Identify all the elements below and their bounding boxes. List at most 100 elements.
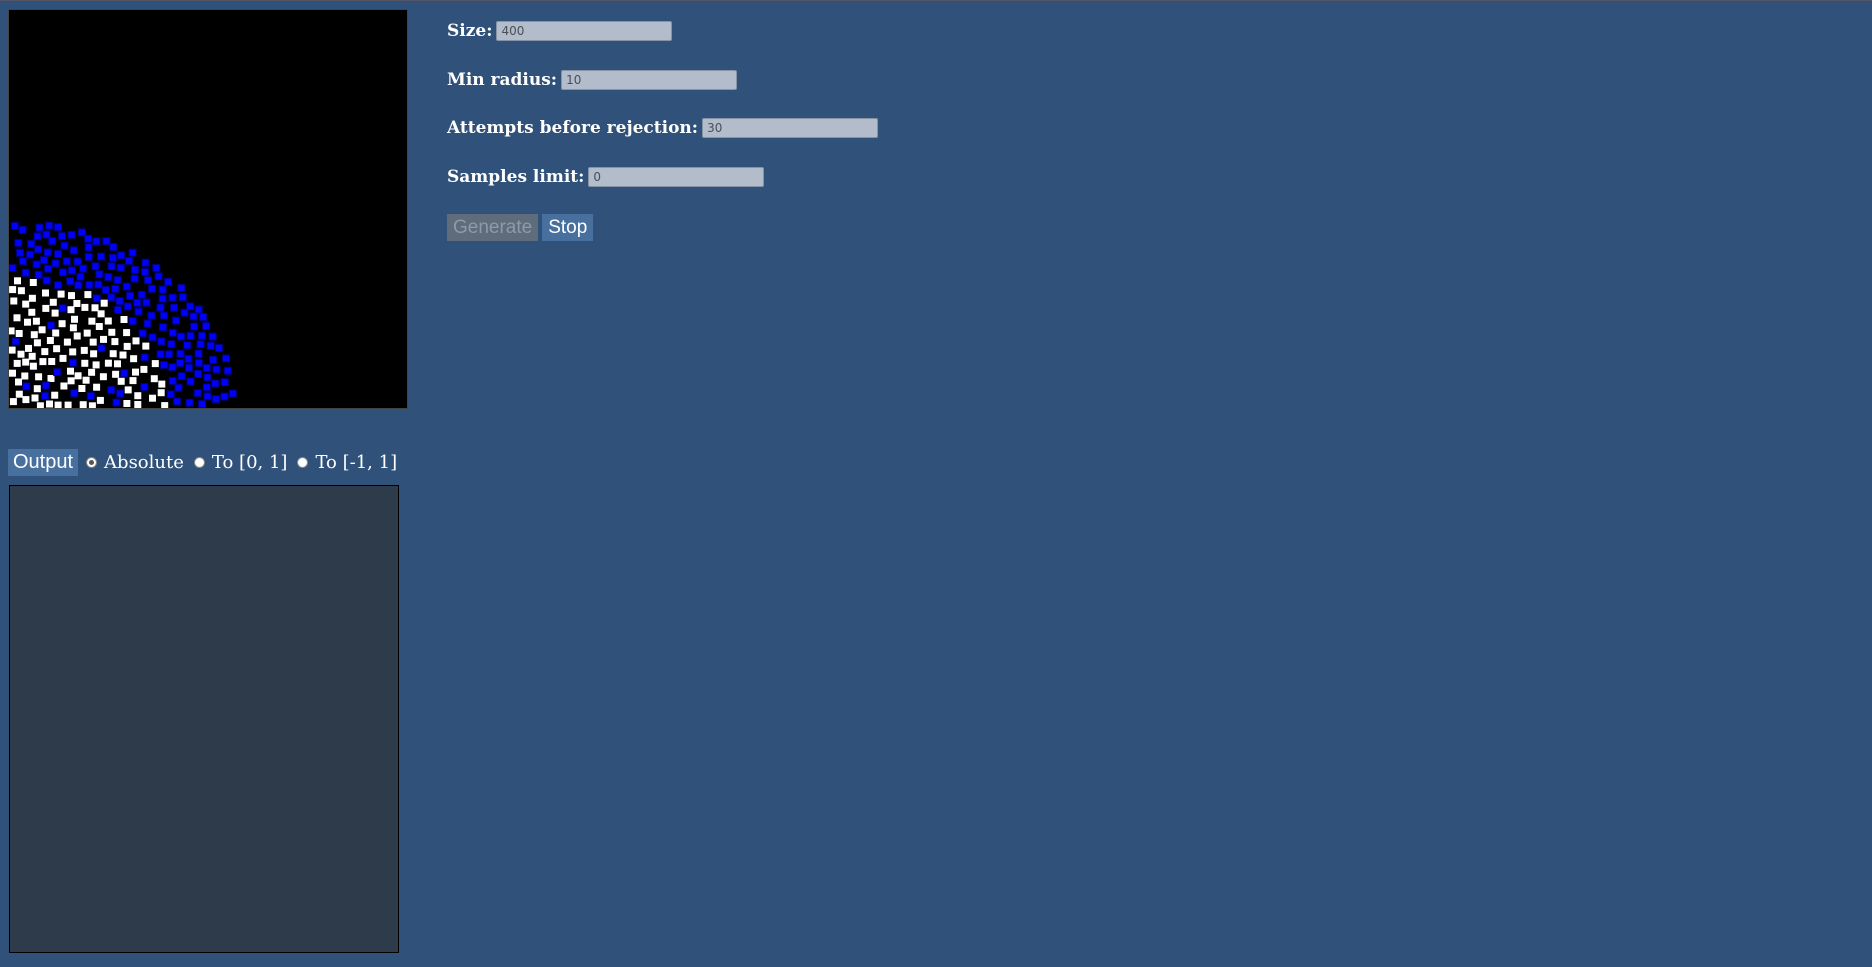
sample-point xyxy=(15,390,23,398)
active-sample-point xyxy=(174,383,183,392)
active-sample-point xyxy=(170,303,178,312)
sample-point xyxy=(39,358,47,366)
active-sample-point xyxy=(97,252,106,261)
active-sample-point xyxy=(125,256,133,265)
sample-point xyxy=(83,329,91,337)
output-button[interactable]: Output xyxy=(8,449,79,476)
active-sample-point xyxy=(58,268,67,277)
sample-point xyxy=(69,324,77,332)
active-sample-point xyxy=(11,337,20,346)
sample-point xyxy=(97,310,105,318)
sample-point xyxy=(17,350,25,358)
size-input[interactable] xyxy=(496,21,673,41)
radio-signed[interactable] xyxy=(297,457,309,468)
active-sample-point xyxy=(166,390,175,399)
min-radius-input[interactable] xyxy=(561,69,738,90)
active-sample-point xyxy=(212,365,221,374)
active-sample-point xyxy=(35,223,44,232)
stop-button[interactable]: Stop xyxy=(542,214,594,241)
active-sample-point xyxy=(147,311,156,320)
active-sample-point xyxy=(159,360,168,369)
active-sample-point xyxy=(186,377,195,386)
active-sample-point xyxy=(113,276,122,285)
active-sample-point xyxy=(117,251,126,260)
sample-point xyxy=(104,317,112,325)
sample-point xyxy=(123,329,131,337)
active-sample-point xyxy=(196,340,205,349)
active-sample-point xyxy=(102,237,111,246)
active-sample-point xyxy=(178,293,187,302)
active-sample-point xyxy=(48,237,57,245)
active-sample-point xyxy=(171,316,180,325)
active-sample-point xyxy=(54,223,62,232)
active-sample-point xyxy=(43,248,52,257)
radio-absolute[interactable] xyxy=(86,457,98,468)
active-sample-point xyxy=(111,284,120,293)
sample-point xyxy=(73,300,81,307)
active-sample-point xyxy=(109,243,118,251)
active-sample-point xyxy=(107,293,116,302)
attempts-input[interactable] xyxy=(702,118,879,138)
sample-point xyxy=(108,328,116,336)
sample-point xyxy=(158,380,166,388)
output-textarea[interactable] xyxy=(9,485,399,953)
sample-point xyxy=(63,338,71,346)
generate-button[interactable]: Generate xyxy=(447,214,539,241)
radio-unit-label[interactable]: To [0, 1] xyxy=(212,452,288,473)
active-sample-point xyxy=(51,259,60,268)
sample-point xyxy=(74,372,82,380)
sample-point xyxy=(13,314,21,322)
active-sample-point xyxy=(15,248,24,257)
active-sample-point xyxy=(95,270,104,279)
radio-signed-label[interactable]: To [-1, 1] xyxy=(315,452,397,473)
sample-point xyxy=(22,396,30,404)
sample-point xyxy=(41,348,49,356)
attempts-row: Attempts before rejection: xyxy=(447,117,879,166)
sample-point xyxy=(57,290,65,298)
sample-point xyxy=(48,358,56,365)
active-sample-point xyxy=(101,285,110,294)
active-sample-point xyxy=(211,395,220,404)
active-sample-point xyxy=(130,265,139,274)
radio-unit[interactable] xyxy=(193,457,205,468)
active-sample-point xyxy=(184,354,193,363)
sample-point xyxy=(161,402,169,408)
sample-point xyxy=(81,359,89,367)
sample-point xyxy=(36,402,44,408)
sample-point xyxy=(9,286,17,294)
sample-point xyxy=(96,396,104,404)
sample-point xyxy=(15,378,22,386)
samples-limit-row: Samples limit: xyxy=(447,166,878,215)
sample-point xyxy=(123,400,131,407)
sample-point xyxy=(29,279,37,286)
sample-point xyxy=(32,317,40,325)
active-sample-point xyxy=(32,260,41,269)
sample-point xyxy=(88,402,96,408)
active-sample-point xyxy=(147,284,156,293)
samples-limit-input[interactable] xyxy=(588,166,765,187)
sample-point xyxy=(82,376,90,384)
sample-point xyxy=(134,401,142,408)
radio-absolute-label[interactable]: Absolute xyxy=(104,452,184,473)
active-sample-point xyxy=(164,277,173,286)
sample-point xyxy=(142,342,150,350)
sample-point xyxy=(53,345,61,353)
active-sample-point xyxy=(112,398,121,407)
active-sample-point xyxy=(215,343,223,352)
active-sample-point xyxy=(126,291,134,300)
sample-point xyxy=(88,317,96,325)
active-sample-point xyxy=(158,285,167,294)
active-sample-point xyxy=(58,304,67,313)
sample-point xyxy=(119,351,127,359)
active-sample-point xyxy=(168,293,177,302)
active-sample-point xyxy=(185,398,194,407)
sample-point xyxy=(112,370,120,378)
sample-point xyxy=(92,361,100,369)
sample-point xyxy=(49,298,57,306)
sample-point xyxy=(31,394,39,402)
sampling-points-svg xyxy=(9,221,237,408)
active-sample-point xyxy=(202,322,211,330)
sample-point xyxy=(22,300,30,308)
active-sample-point xyxy=(199,313,208,321)
active-sample-point xyxy=(122,282,131,291)
